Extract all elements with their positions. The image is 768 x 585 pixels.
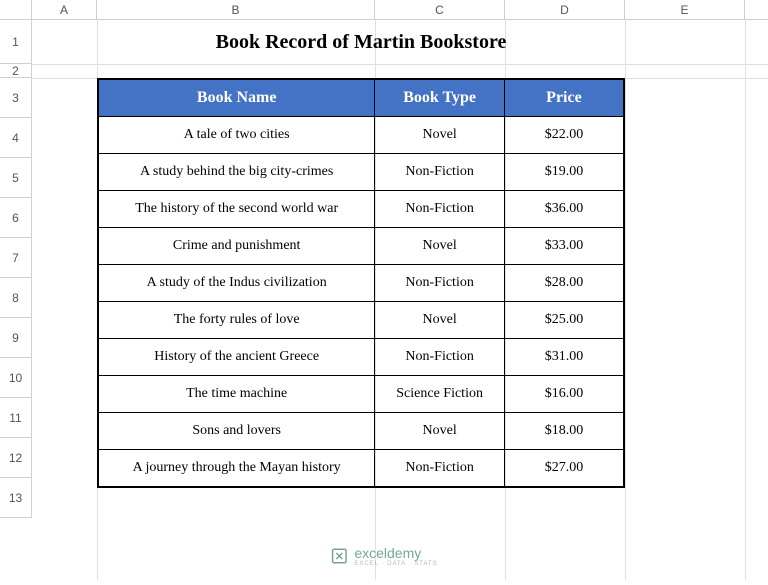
page-title[interactable]: Book Record of Martin Bookstore bbox=[97, 20, 625, 64]
cell-book-type[interactable]: Non-Fiction bbox=[375, 265, 505, 302]
table-row: A study behind the big city-crimes Non-F… bbox=[98, 154, 624, 191]
cell-price[interactable]: $22.00 bbox=[504, 117, 624, 154]
cell-book-name[interactable]: Crime and punishment bbox=[98, 228, 375, 265]
column-header-D[interactable]: D bbox=[505, 0, 625, 19]
row-header-2[interactable]: 2 bbox=[0, 64, 32, 78]
header-book-type[interactable]: Book Type bbox=[375, 79, 505, 117]
header-price[interactable]: Price bbox=[504, 79, 624, 117]
watermark: exceldemy EXCEL · DATA · STATS bbox=[330, 545, 437, 567]
row-header-7[interactable]: 7 bbox=[0, 238, 32, 278]
cell-book-type[interactable]: Non-Fiction bbox=[375, 154, 505, 191]
cell-book-type[interactable]: Novel bbox=[375, 302, 505, 339]
watermark-tagline: EXCEL · DATA · STATS bbox=[354, 561, 437, 567]
spreadsheet: A B C D E 1 2 3 4 5 6 7 8 9 10 11 12 13 … bbox=[0, 0, 768, 585]
row-header-11[interactable]: 11 bbox=[0, 398, 32, 438]
cell-book-name[interactable]: A study behind the big city-crimes bbox=[98, 154, 375, 191]
cell-book-name[interactable]: A study of the Indus civilization bbox=[98, 265, 375, 302]
cell-book-name[interactable]: The time machine bbox=[98, 376, 375, 413]
table-row: History of the ancient Greece Non-Fictio… bbox=[98, 339, 624, 376]
cell-book-type[interactable]: Science Fiction bbox=[375, 376, 505, 413]
cell-price[interactable]: $27.00 bbox=[504, 450, 624, 488]
cell-price[interactable]: $36.00 bbox=[504, 191, 624, 228]
cell-price[interactable]: $31.00 bbox=[504, 339, 624, 376]
column-header-A[interactable]: A bbox=[32, 0, 97, 19]
table-row: Crime and punishment Novel $33.00 bbox=[98, 228, 624, 265]
row-headers-col: 1 2 3 4 5 6 7 8 9 10 11 12 13 bbox=[0, 20, 32, 518]
table-row: The time machine Science Fiction $16.00 bbox=[98, 376, 624, 413]
table-row: A tale of two cities Novel $22.00 bbox=[98, 117, 624, 154]
cell-book-type[interactable]: Novel bbox=[375, 228, 505, 265]
row-header-5[interactable]: 5 bbox=[0, 158, 32, 198]
cell-book-name[interactable]: A tale of two cities bbox=[98, 117, 375, 154]
logo-icon bbox=[330, 547, 348, 565]
cell-book-name[interactable]: History of the ancient Greece bbox=[98, 339, 375, 376]
books-table: Book Name Book Type Price A tale of two … bbox=[97, 78, 625, 488]
cell-book-type[interactable]: Non-Fiction bbox=[375, 450, 505, 488]
table-row: Sons and lovers Novel $18.00 bbox=[98, 413, 624, 450]
cell-price[interactable]: $19.00 bbox=[504, 154, 624, 191]
row-header-8[interactable]: 8 bbox=[0, 278, 32, 318]
row-header-6[interactable]: 6 bbox=[0, 198, 32, 238]
cell-price[interactable]: $28.00 bbox=[504, 265, 624, 302]
table-row: The history of the second world war Non-… bbox=[98, 191, 624, 228]
table-header-row: Book Name Book Type Price bbox=[98, 79, 624, 117]
column-header-E[interactable]: E bbox=[625, 0, 745, 19]
column-header-C[interactable]: C bbox=[375, 0, 505, 19]
cell-price[interactable]: $25.00 bbox=[504, 302, 624, 339]
table-row: A study of the Indus civilization Non-Fi… bbox=[98, 265, 624, 302]
header-book-name[interactable]: Book Name bbox=[98, 79, 375, 117]
column-headers-row: A B C D E bbox=[0, 0, 768, 20]
cell-book-name[interactable]: The history of the second world war bbox=[98, 191, 375, 228]
cell-book-name[interactable]: Sons and lovers bbox=[98, 413, 375, 450]
table-row: A journey through the Mayan history Non-… bbox=[98, 450, 624, 488]
cell-book-name[interactable]: The forty rules of love bbox=[98, 302, 375, 339]
cell-price[interactable]: $16.00 bbox=[504, 376, 624, 413]
cell-book-type[interactable]: Novel bbox=[375, 413, 505, 450]
cell-book-name[interactable]: A journey through the Mayan history bbox=[98, 450, 375, 488]
table-row: The forty rules of love Novel $25.00 bbox=[98, 302, 624, 339]
cell-price[interactable]: $18.00 bbox=[504, 413, 624, 450]
row-header-12[interactable]: 12 bbox=[0, 438, 32, 478]
cell-book-type[interactable]: Novel bbox=[375, 117, 505, 154]
watermark-brand: exceldemy bbox=[354, 545, 421, 561]
cell-price[interactable]: $33.00 bbox=[504, 228, 624, 265]
row-header-13[interactable]: 13 bbox=[0, 478, 32, 518]
select-all-corner[interactable] bbox=[0, 0, 32, 19]
cell-book-type[interactable]: Non-Fiction bbox=[375, 191, 505, 228]
row-header-1[interactable]: 1 bbox=[0, 20, 32, 64]
cell-book-type[interactable]: Non-Fiction bbox=[375, 339, 505, 376]
row-header-3[interactable]: 3 bbox=[0, 78, 32, 118]
row-header-9[interactable]: 9 bbox=[0, 318, 32, 358]
column-header-B[interactable]: B bbox=[97, 0, 375, 19]
watermark-text-group: exceldemy EXCEL · DATA · STATS bbox=[354, 545, 437, 567]
row-header-4[interactable]: 4 bbox=[0, 118, 32, 158]
row-header-10[interactable]: 10 bbox=[0, 358, 32, 398]
